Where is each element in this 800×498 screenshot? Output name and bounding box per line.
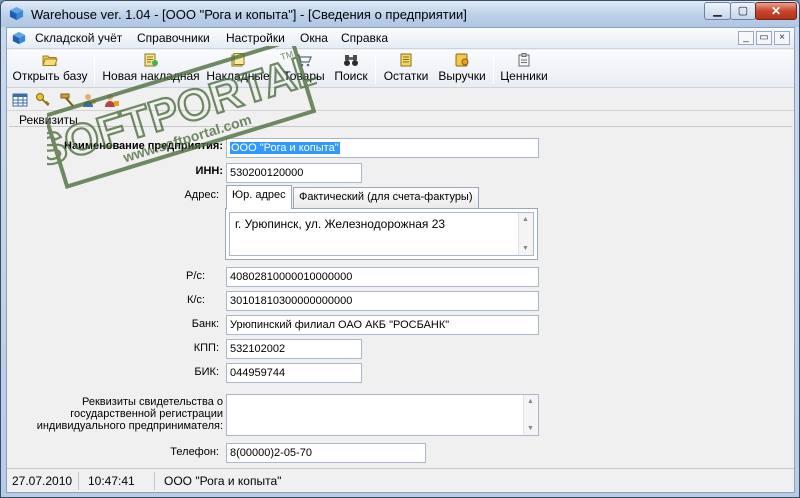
hammer-icon[interactable] bbox=[59, 92, 75, 108]
kpp-field[interactable]: 532102002 bbox=[226, 339, 362, 359]
scroll-down-icon: ▼ bbox=[527, 425, 534, 432]
main-toolbar: Открыть базу Новая накладная Накладные Т… bbox=[7, 50, 794, 88]
app-cube-icon bbox=[9, 6, 24, 21]
bank-label: Банк: bbox=[191, 318, 219, 330]
invoices-icon bbox=[231, 53, 245, 67]
new-invoice-label: Новая накладная bbox=[102, 69, 200, 83]
address-memo[interactable]: г. Урюпинск, ул. Железнодорожная 23 ▲ ▼ bbox=[229, 212, 534, 256]
inn-field[interactable]: 530200120000 bbox=[226, 163, 362, 183]
ks-field[interactable]: 30101810300000000000 bbox=[226, 291, 539, 311]
menu-warehouse[interactable]: Складской учёт bbox=[35, 31, 122, 45]
folder-open-icon bbox=[42, 55, 58, 66]
client-area: Складской учёт Справочники Настройки Окн… bbox=[6, 27, 795, 493]
stock-icon bbox=[400, 53, 412, 67]
registration-scrollbar[interactable]: ▲ ▼ bbox=[523, 395, 538, 435]
phone-label: Телефон: bbox=[170, 446, 219, 458]
bank-field[interactable]: Урюпинский филиал ОАО АКБ "РОСБАНК" bbox=[226, 315, 539, 335]
status-date: 27.07.2010 bbox=[7, 472, 79, 490]
user-lock-icon[interactable] bbox=[104, 92, 120, 108]
search-button[interactable]: Поиск bbox=[331, 51, 371, 86]
scroll-up-icon: ▲ bbox=[527, 398, 534, 405]
mdi-minimize-button[interactable]: _ bbox=[738, 31, 754, 45]
stock-label: Остатки bbox=[383, 69, 429, 83]
address-value: г. Урюпинск, ул. Железнодорожная 23 bbox=[235, 217, 446, 231]
mdi-close-button[interactable]: × bbox=[774, 31, 790, 45]
mdi-restore-button[interactable]: ▭ bbox=[756, 31, 772, 45]
window-title: Warehouse ver. 1.04 - [ООО "Рога и копыт… bbox=[31, 7, 467, 22]
menu-bar: Складской учёт Справочники Настройки Окн… bbox=[7, 28, 794, 49]
search-label: Поиск bbox=[334, 69, 368, 83]
toolbar-separator bbox=[493, 54, 494, 84]
status-company: ООО "Рога и копыта" bbox=[164, 474, 282, 488]
price-tags-label: Ценники bbox=[500, 69, 548, 83]
bik-field[interactable]: 044959744 bbox=[226, 363, 362, 383]
user-key-icon[interactable] bbox=[82, 92, 98, 108]
mdi-child-cube-icon[interactable] bbox=[12, 31, 26, 45]
minimize-icon: ▁ bbox=[713, 5, 722, 17]
table-icon[interactable] bbox=[12, 92, 28, 108]
scroll-down-icon: ▼ bbox=[522, 245, 529, 252]
menu-help[interactable]: Справка bbox=[341, 31, 388, 45]
open-database-label: Открыть базу bbox=[12, 69, 88, 83]
menu-windows[interactable]: Окна bbox=[300, 31, 328, 45]
menu-references[interactable]: Справочники bbox=[137, 31, 210, 45]
status-time: 10:47:41 bbox=[83, 472, 155, 490]
scroll-up-icon: ▲ bbox=[522, 216, 529, 223]
goods-label: Товары bbox=[283, 69, 325, 83]
open-database-button[interactable]: Открыть базу bbox=[11, 51, 89, 86]
menu-settings[interactable]: Настройки bbox=[226, 31, 285, 45]
goods-icon bbox=[297, 54, 312, 67]
goods-button[interactable]: Товары bbox=[279, 51, 329, 86]
revenue-button[interactable]: Выручки bbox=[435, 51, 489, 86]
registration-memo[interactable]: ▲ ▼ bbox=[226, 394, 539, 436]
address-label: Адрес: bbox=[184, 189, 219, 201]
registration-label: Реквизиты свидетельства о государственно… bbox=[36, 396, 223, 432]
address-scrollbar[interactable]: ▲ ▼ bbox=[518, 213, 533, 255]
ks-label: К/с: bbox=[186, 294, 205, 306]
rs-field[interactable]: 40802810000010000000 bbox=[226, 267, 539, 287]
revenue-label: Выручки bbox=[438, 69, 486, 83]
new-invoice-icon bbox=[144, 53, 158, 67]
close-button[interactable]: ✕ bbox=[755, 2, 797, 20]
status-bar: 27.07.2010 10:47:41 ООО "Рога и копыта" bbox=[7, 468, 794, 492]
tab-legal-address[interactable]: Юр. адрес bbox=[226, 185, 292, 209]
maximize-button[interactable]: ▢ bbox=[730, 2, 756, 20]
tab-actual-address[interactable]: Фактический (для счета-фактуры) bbox=[293, 187, 479, 208]
rs-label: Р/с: bbox=[186, 270, 205, 282]
maximize-icon: ▢ bbox=[737, 5, 749, 17]
tab-requisites[interactable]: Реквизиты bbox=[19, 113, 78, 127]
binoculars-icon bbox=[344, 55, 358, 66]
app-window: Warehouse ver. 1.04 - [ООО "Рога и копыт… bbox=[0, 0, 800, 498]
phone-field[interactable]: 8(00000)2-05-70 bbox=[226, 443, 426, 463]
minimize-button[interactable]: ▁ bbox=[704, 2, 731, 20]
company-name-value: ООО "Рога и копыта" bbox=[230, 142, 340, 154]
new-invoice-button[interactable]: Новая накладная bbox=[102, 51, 200, 86]
price-tags-icon bbox=[518, 53, 530, 67]
bik-label: БИК: bbox=[194, 366, 219, 378]
address-panel: г. Урюпинск, ул. Железнодорожная 23 ▲ ▼ bbox=[225, 208, 538, 260]
toolbar-separator bbox=[94, 54, 95, 84]
kpp-label: КПП: bbox=[193, 342, 219, 354]
stock-button[interactable]: Остатки bbox=[379, 51, 433, 86]
close-icon: ✕ bbox=[770, 4, 782, 18]
inn-label: ИНН: bbox=[195, 165, 223, 177]
price-tags-button[interactable]: Ценники bbox=[499, 51, 549, 86]
invoices-button[interactable]: Накладные bbox=[203, 51, 273, 86]
invoices-label: Накладные bbox=[206, 69, 270, 83]
title-bar[interactable]: Warehouse ver. 1.04 - [ООО "Рога и копыт… bbox=[1, 1, 799, 27]
key-icon[interactable] bbox=[35, 92, 51, 108]
revenue-icon bbox=[455, 53, 469, 67]
company-name-field[interactable]: ООО "Рога и копыта" bbox=[226, 138, 539, 158]
secondary-toolbar bbox=[7, 89, 794, 111]
company-name-label: Наименование предприятия: bbox=[64, 140, 223, 152]
toolbar-separator bbox=[375, 54, 376, 84]
